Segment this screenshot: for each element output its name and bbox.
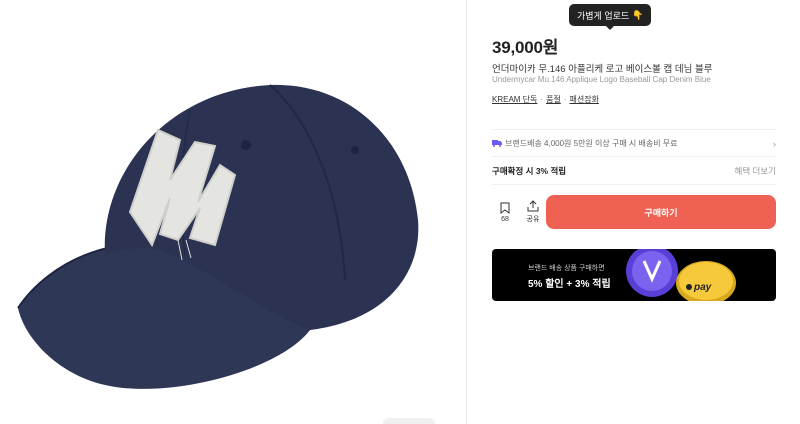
pane-divider (466, 0, 467, 424)
divider (492, 129, 776, 130)
chevron-right-icon: › (773, 138, 776, 149)
promo-banner[interactable]: 브랜드 배송 상품 구매하면 5% 할인 + 3% 적립 pay (492, 249, 776, 301)
bookmark-button[interactable]: 68 (492, 202, 518, 223)
product-name-en: Undermycar Mu.146 Applique Logo Baseball… (492, 75, 711, 84)
truck-icon (492, 140, 502, 147)
pay-coin-icon: pay (626, 249, 736, 301)
tooltip-text: 가볍게 업로드 (577, 10, 630, 21)
product-image-area (0, 0, 466, 424)
upload-tooltip[interactable]: 가볍게 업로드 👇 (569, 4, 652, 30)
bookmark-icon (500, 202, 510, 214)
share-button[interactable]: 공유 (520, 200, 546, 224)
tag-link[interactable]: 품절 (546, 95, 561, 104)
tag-link[interactable]: 패션잡화 (569, 95, 598, 104)
shipping-text: 브랜드배송 4,000원 5만원 이상 구매 시 배송비 무료 (505, 139, 678, 148)
buy-button[interactable]: 구매하기 (546, 195, 776, 229)
shipping-row[interactable]: 브랜드배송 4,000원 5만원 이상 구매 시 배송비 무료 › (492, 138, 776, 149)
product-tags: KREAM 단독 · 품절 · 패션잡화 (492, 95, 599, 104)
banner-title: 5% 할인 + 3% 적립 (528, 279, 611, 290)
tag-link[interactable]: KREAM 단독 (492, 95, 537, 104)
banner-subtitle: 브랜드 배송 상품 구매하면 (528, 265, 605, 272)
pointing-down-icon: 👇 (632, 9, 644, 20)
bookmark-count: 68 (501, 215, 509, 223)
product-image-cap (17, 84, 419, 389)
share-icon (527, 200, 539, 212)
image-pager[interactable] (383, 418, 435, 424)
benefits-more-link[interactable]: 혜택 더보기 (735, 165, 776, 177)
product-price: 39,000원 (492, 38, 559, 57)
points-row: 구매확정 시 3% 적립 혜택 더보기 (492, 165, 776, 177)
divider (492, 156, 776, 157)
pay-label: pay (693, 282, 712, 293)
share-label: 공유 (526, 216, 540, 223)
points-label: 구매확정 시 3% 적립 (492, 166, 567, 176)
action-bar: 68 공유 구매하기 (492, 195, 776, 229)
divider (492, 184, 776, 185)
product-name-ko: 언더마이카 무.146 아플리케 로고 베이스볼 캡 데님 블루 (492, 64, 713, 75)
